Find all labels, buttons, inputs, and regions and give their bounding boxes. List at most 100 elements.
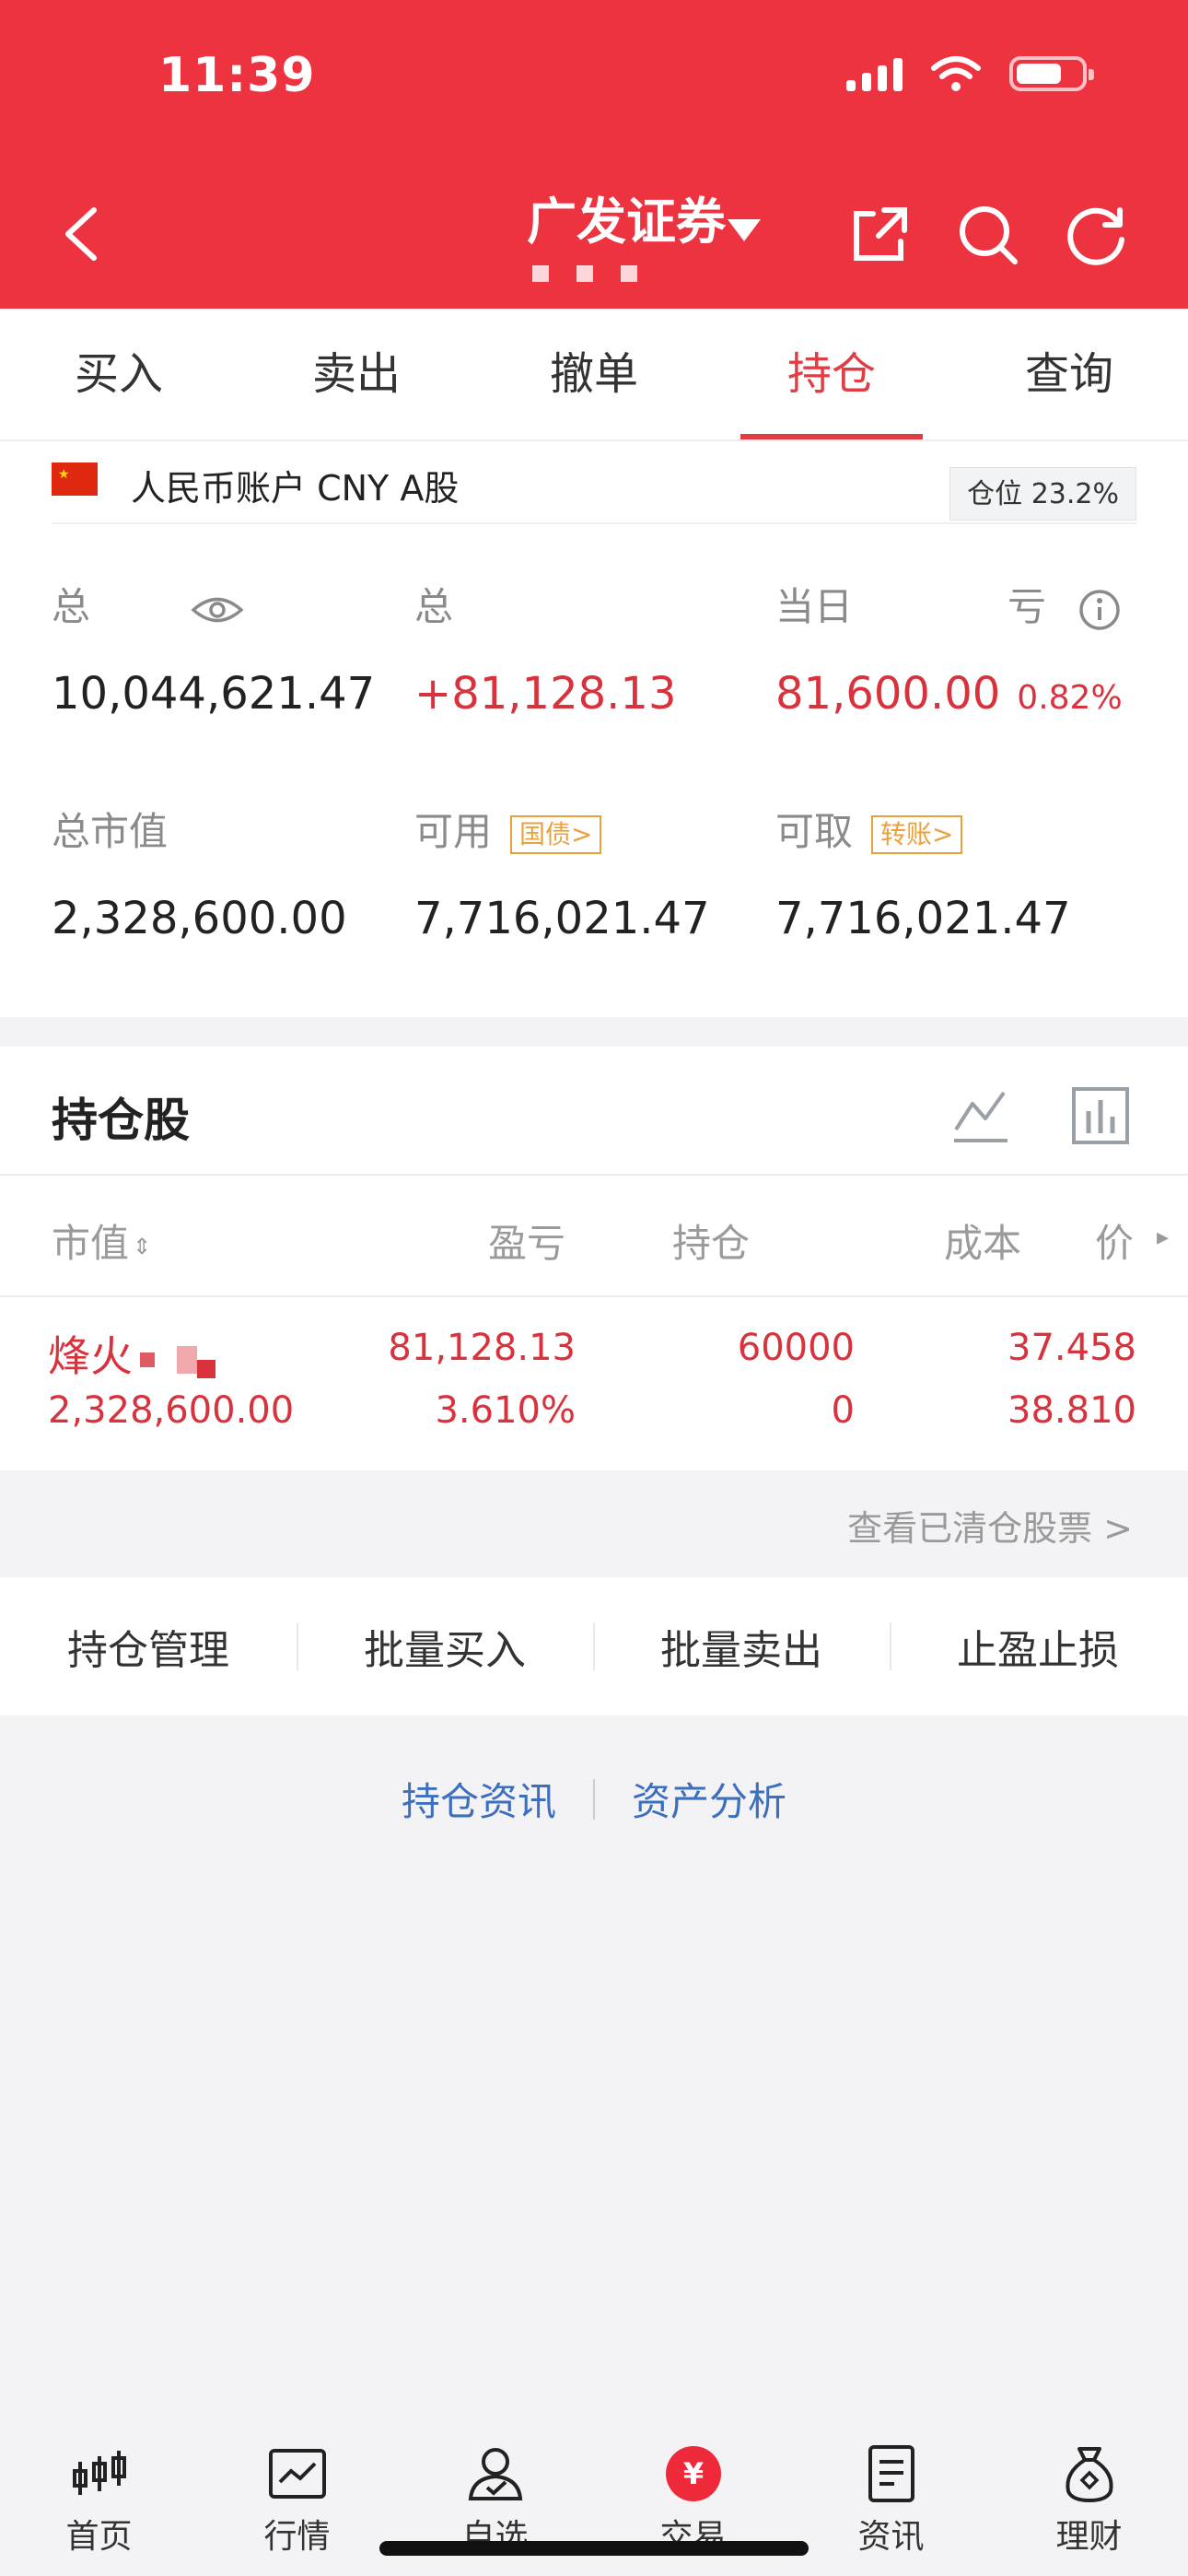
batch-buy-button[interactable]: 批量买入 <box>297 1617 593 1676</box>
nav-home[interactable]: 首页 <box>0 2419 198 2576</box>
nav-wealth[interactable]: 理财 <box>990 2419 1188 2576</box>
transfer-tag-button[interactable]: 转账> <box>871 814 963 854</box>
available-label: 可用 国债> <box>414 801 602 857</box>
user-check-icon <box>468 2448 522 2500</box>
stock-price: 38.810 <box>1007 1389 1136 1432</box>
nav-market-label: 行情 <box>263 2518 331 2556</box>
money-bag-icon <box>1065 2447 1113 2503</box>
account-summary: ★ 人民币账户 CNY A股 仓位 23.2% 总 10,044,621.47 … <box>0 441 1188 1017</box>
tab-query[interactable]: 查询 <box>950 309 1188 439</box>
stock-pl-percent: 3.610% <box>435 1389 576 1432</box>
total-pl-value: +81,128.13 <box>414 668 677 720</box>
refresh-icon[interactable] <box>1065 203 1129 267</box>
app-header: 11:39 广发证券 <box>0 0 1188 309</box>
status-time: 11:39 <box>158 48 316 103</box>
withdrawable-label-text: 可取 <box>775 809 854 854</box>
tab-buy[interactable]: 买入 <box>0 309 238 439</box>
column-header-pl: 盈亏 <box>488 1221 566 1266</box>
chart-icon <box>268 2449 326 2499</box>
sort-icon[interactable]: ⇕ <box>133 1234 151 1259</box>
daily-pl-label-text: 当日 <box>775 584 854 629</box>
broker-selector[interactable]: 广发证券 <box>479 181 774 253</box>
daily-pl: 81,600.00 0.82% <box>775 668 1123 720</box>
account-id-masked <box>532 265 637 282</box>
tab-cancel[interactable]: 撤单 <box>475 309 713 439</box>
holdings-title: 持仓股 <box>52 1094 190 1147</box>
column-header-market-value-label: 市值 <box>52 1221 130 1266</box>
trade-tabs: 买入 卖出 撤单 持仓 查询 <box>0 309 1188 441</box>
svg-text:¥: ¥ <box>682 2456 703 2491</box>
position-management-button[interactable]: 持仓管理 <box>0 1617 297 1676</box>
china-flag-icon: ★ <box>52 463 98 496</box>
chevron-right-icon[interactable]: ▸ <box>1157 1224 1169 1251</box>
home-indicator <box>379 2541 809 2556</box>
daily-pl-value: 81,600.00 <box>775 668 1001 720</box>
withdrawable-label: 可取 转账> <box>775 801 963 857</box>
tab-positions[interactable]: 持仓 <box>713 309 950 439</box>
stock-quantity: 60000 <box>737 1327 855 1369</box>
column-header-price-label: 价 <box>1095 1221 1135 1266</box>
battery-icon <box>1009 56 1094 91</box>
take-profit-stop-loss-button[interactable]: 止盈止损 <box>890 1617 1186 1676</box>
column-header-cost-label: 成本 <box>944 1221 1022 1266</box>
stock-name-text: 烽火 <box>48 1331 133 1381</box>
daily-pl-percent: 0.82% <box>1017 679 1123 717</box>
nav-market[interactable]: 行情 <box>198 2419 396 2576</box>
withdrawable-value: 7,716,021.47 <box>775 893 1071 944</box>
holdings-section: 持仓股 市值 ⇕ 盈亏 持仓 成本 价 ▸ 烽火 2,328,600.00 81,1… <box>0 1047 1188 1470</box>
nav-home-label: 首页 <box>65 2518 133 2556</box>
masked-char <box>177 1345 197 1374</box>
total-pl-label: 总 <box>414 584 454 629</box>
bottom-links: 持仓资讯 资产分析 <box>0 1771 1188 1827</box>
tab-sell[interactable]: 卖出 <box>238 309 475 439</box>
daily-pl-label-suffix: 亏 <box>1007 584 1047 629</box>
view-cleared-stocks-link[interactable]: 查看已清仓股票 > <box>847 1500 1133 1551</box>
stock-cost: 37.458 <box>1007 1327 1136 1369</box>
line-chart-icon[interactable] <box>949 1083 1013 1148</box>
column-header-position: 持仓 <box>672 1221 751 1266</box>
asset-analysis-link[interactable]: 资产分析 <box>632 1771 786 1827</box>
caret-down-icon[interactable] <box>728 219 761 241</box>
masked-char <box>197 1360 215 1378</box>
daily-pl-label: 当日 亏 <box>775 576 1121 632</box>
account-label: 人民币账户 CNY A股 <box>131 468 460 509</box>
divider <box>0 1295 1188 1297</box>
stock-market-value: 2,328,600.00 <box>48 1389 295 1432</box>
column-header-cost: 成本 价 <box>944 1212 1134 1269</box>
nav-wealth-label: 理财 <box>1055 2518 1123 2556</box>
stock-pl: 81,128.13 <box>388 1327 576 1369</box>
divider <box>593 1778 595 1820</box>
nav-news[interactable]: 资讯 <box>792 2419 990 2576</box>
position-ratio-badge: 仓位 23.2% <box>949 467 1136 521</box>
market-value-label: 总市值 <box>52 809 169 854</box>
search-icon[interactable] <box>956 203 1020 267</box>
holding-actions: 持仓管理 批量买入 批量卖出 止盈止损 <box>0 1577 1188 1715</box>
yuan-icon: ¥ <box>665 2446 721 2501</box>
stock-available: 0 <box>831 1389 855 1432</box>
status-icons <box>846 55 1094 92</box>
stock-name[interactable]: 烽火 <box>48 1323 215 1384</box>
nav-news-label: 资讯 <box>857 2518 925 2556</box>
available-value: 7,716,021.47 <box>414 893 710 944</box>
document-icon <box>868 2445 914 2502</box>
holding-news-link[interactable]: 持仓资讯 <box>402 1771 556 1827</box>
market-value: 2,328,600.00 <box>52 893 347 944</box>
signal-icon <box>846 56 903 91</box>
masked-char <box>140 1352 155 1367</box>
wifi-icon <box>931 56 981 91</box>
page-title[interactable]: 广发证券 <box>527 181 726 253</box>
treasury-tag-button[interactable]: 国债> <box>510 814 602 854</box>
eye-icon[interactable] <box>191 594 245 626</box>
share-icon[interactable] <box>847 203 912 267</box>
available-label-text: 可用 <box>414 809 493 854</box>
column-header-market-value[interactable]: 市值 ⇕ <box>52 1212 151 1269</box>
chevron-left-icon[interactable] <box>61 206 101 262</box>
batch-sell-button[interactable]: 批量卖出 <box>593 1617 890 1676</box>
bar-chart-icon[interactable] <box>1068 1083 1133 1148</box>
divider <box>0 1174 1188 1176</box>
total-assets-label: 总 <box>52 576 245 632</box>
divider <box>52 522 1136 524</box>
total-assets-value: 10,044,621.47 <box>52 668 376 720</box>
total-assets-label-text: 总 <box>52 584 91 629</box>
info-icon[interactable] <box>1078 589 1121 631</box>
